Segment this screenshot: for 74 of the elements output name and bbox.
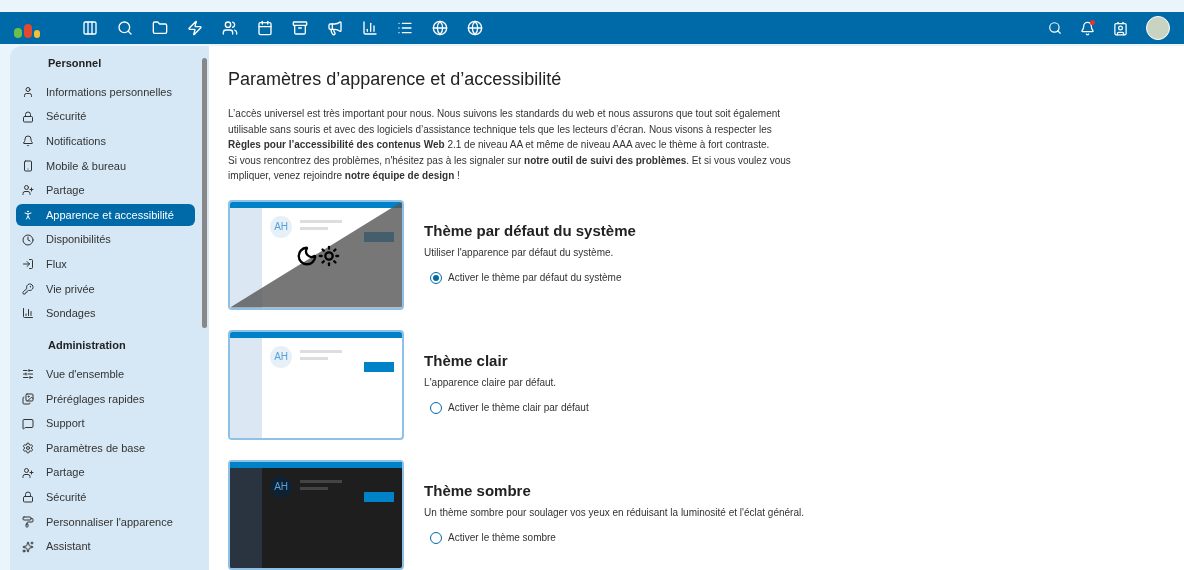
section-heading: Administration: [47, 338, 127, 354]
globe-icon[interactable]: [465, 18, 485, 38]
lock-icon: [22, 110, 34, 123]
radio-label: Activer le thème sombre: [448, 531, 556, 545]
sidebar-item[interactable]: Vie privée: [16, 277, 196, 300]
person-icon: [22, 86, 34, 98]
lock-icon: [22, 491, 34, 504]
sparkles-icon: [22, 540, 34, 553]
key-icon: [22, 282, 34, 295]
sidebar-item[interactable]: Personnaliser l'apparence: [16, 510, 196, 533]
bell-icon: [22, 135, 34, 148]
preview-text-line: [300, 486, 329, 490]
radio-option[interactable]: Activer le thème par défaut du système: [430, 270, 636, 285]
radio-label: Activer le thème par défaut du système: [448, 271, 622, 285]
bell-icon[interactable]: [1080, 20, 1095, 36]
preview-text-line: [300, 356, 329, 360]
lightning-icon[interactable]: [185, 18, 205, 38]
speech-bubble-icon: [22, 417, 34, 430]
theme-title: Thème clair: [424, 350, 509, 371]
radio-option[interactable]: Activer le thème sombre: [430, 530, 804, 545]
images-icon: [22, 392, 34, 405]
sidebar-item[interactable]: Notifications: [16, 130, 196, 153]
sidebar-item[interactable]: Flux: [16, 253, 196, 276]
preview-text-line: [300, 226, 329, 230]
drawer-icon[interactable]: [290, 18, 310, 38]
bar-chart-icon: [22, 307, 34, 320]
dashboard-icon[interactable]: [80, 18, 100, 38]
sidebar-item[interactable]: Mobile & bureau: [16, 154, 196, 177]
sidebar-item[interactable]: Sécurité: [16, 105, 196, 128]
megaphone-icon[interactable]: [325, 18, 345, 38]
sidebar-item[interactable]: Sécurité: [16, 486, 196, 509]
preview-text-line: [300, 479, 343, 483]
sidebar-item[interactable]: Partage: [16, 179, 196, 202]
theme-description: L'apparence claire par défaut.: [424, 376, 558, 390]
globe-icon[interactable]: [430, 18, 450, 38]
section-heading: Personnel: [47, 56, 103, 71]
theme-title: Thème par défaut du système: [424, 220, 636, 241]
sidebar-item[interactable]: Apparence et accessibilité: [16, 203, 196, 226]
person-plus-icon: [22, 184, 34, 197]
avatar-initials: AH: [270, 215, 293, 238]
settings-icon: [22, 442, 34, 455]
paragraph: L’accès universel est très important pour nous. Nous suivons les standards du web et nous assurons que tout soit également utilisable sans souris et avec des logiciels d’assistance technique tels que les lecteurs d’écran. Nous visons à respecter les Règles pour l’accessibilité des contenus Web 2.1 de niveau AA et même de niveau AAA avec le thème à fort contraste.: [228, 107, 782, 152]
sidebar-item[interactable]: Informations personnelles: [16, 81, 196, 103]
preview-text-line: [300, 219, 343, 223]
person-plus-icon: [22, 466, 34, 479]
avatar-initials: AH: [270, 475, 293, 498]
people-icon[interactable]: [220, 18, 240, 38]
calendar-icon[interactable]: [255, 18, 275, 38]
contacts-icon[interactable]: [1113, 20, 1128, 36]
paint-roller-icon: [22, 515, 34, 528]
sliders-icon: [22, 368, 34, 381]
sidebar-item[interactable]: Vue d'ensemble: [16, 363, 196, 386]
sidebar-item[interactable]: Paramètres de base: [16, 437, 196, 460]
avatar-initials: AH: [270, 345, 293, 368]
avatar[interactable]: [1146, 16, 1170, 40]
sidebar-item[interactable]: Sondages: [16, 302, 196, 325]
paragraph: Si vous rencontrez des problèmes, n'hésitez pas à les signaler sur notre outil de suivi des problèmes. Et si vous voulez vous impliquer, venez rejoindre notre équipe de design !: [228, 153, 792, 183]
clock-icon: [22, 233, 34, 246]
page-title: Paramètres d’apparence et d’accessibilité: [228, 68, 563, 91]
phone-icon: [22, 159, 34, 172]
sidebar-item[interactable]: Partage: [16, 461, 196, 484]
sidebar-item[interactable]: Disponibilités: [16, 228, 196, 251]
arrow-in-icon: [22, 258, 34, 271]
radio-label: Activer le thème clair par défaut: [448, 401, 589, 415]
preview-text-line: [300, 349, 343, 353]
theme-description: Utiliser l'apparence par défaut du système.: [424, 246, 615, 260]
radio-option[interactable]: Activer le thème clair par défaut: [430, 400, 589, 415]
theme-description: Un thème sombre pour soulager vos yeux en réduisant la luminosité et l'éclat général.: [424, 506, 804, 520]
accessibility-icon: [22, 208, 34, 221]
search-icon[interactable]: [1048, 21, 1062, 35]
theme-title: Thème sombre: [424, 480, 532, 501]
sidebar-item[interactable]: Préréglages rapides: [16, 387, 196, 410]
sidebar-item[interactable]: Assistant: [16, 535, 196, 558]
sidebar-item[interactable]: Support: [16, 412, 196, 435]
